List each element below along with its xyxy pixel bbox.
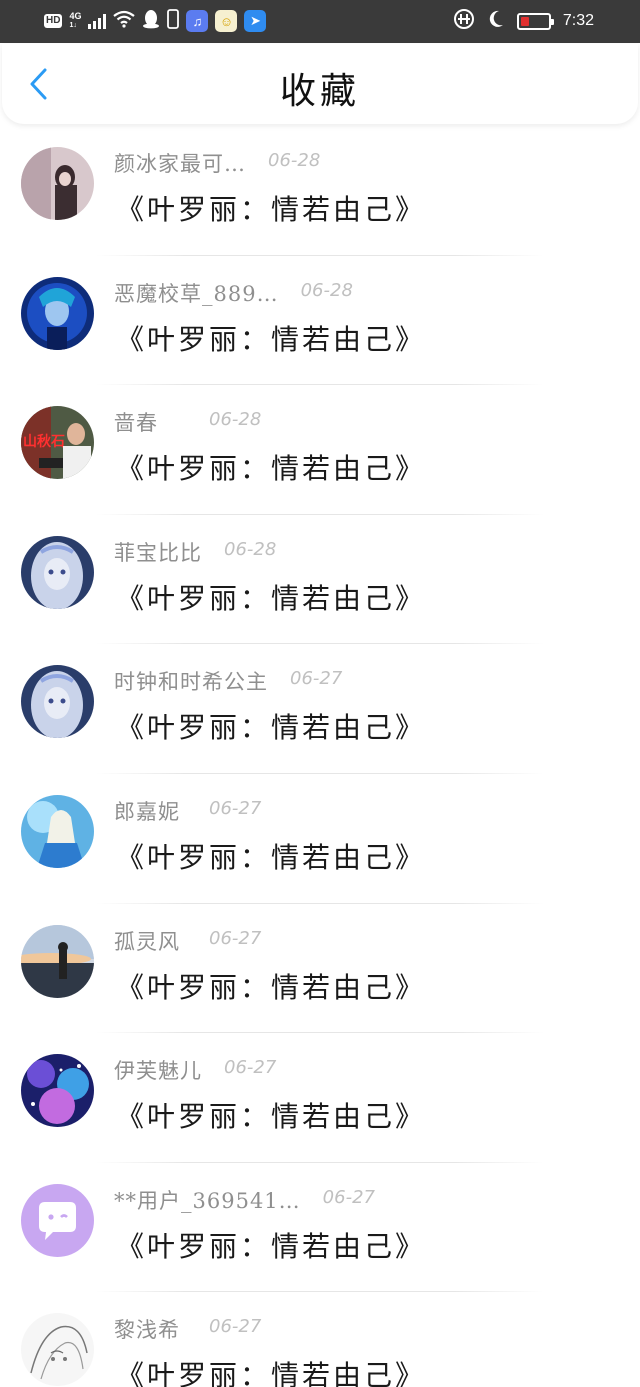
favorite-username[interactable]: 孤灵风: [114, 926, 180, 956]
favorite-date: 06-28: [209, 409, 262, 431]
favorite-meta: 菲宝比比 06-28: [114, 537, 614, 565]
favorite-meta: 时钟和时希公主 06-27: [114, 666, 614, 694]
favorite-username[interactable]: **用户_369541…: [114, 1185, 301, 1215]
hd-badge: HD: [44, 14, 63, 28]
photo-avatar[interactable]: 山秋石: [21, 406, 94, 480]
favorite-list-item[interactable]: 时钟和时希公主 06-27 《叶罗丽：情若由己》: [0, 644, 640, 774]
favorite-meta: 伊芙魅儿 06-27: [114, 1055, 614, 1083]
favorite-book-title[interactable]: 《叶罗丽：情若由己》: [116, 318, 426, 358]
favorite-book-title[interactable]: 《叶罗丽：情若由己》: [116, 188, 426, 228]
sketch-avatar[interactable]: [21, 1313, 94, 1387]
battery-icon: [516, 12, 554, 30]
favorite-meta: 孤灵风 06-27: [114, 926, 614, 954]
favorite-username[interactable]: 恶魔校草_889…: [114, 278, 279, 308]
map-app-icon: ➤: [244, 10, 267, 32]
favorite-list-item[interactable]: 恶魔校草_889… 06-28 《叶罗丽：情若由己》: [0, 256, 640, 386]
favorite-username[interactable]: 颜冰家最可…: [114, 148, 246, 178]
galaxy-avatar[interactable]: [21, 1054, 94, 1128]
favorite-list-item[interactable]: 山秋石 啬春 06-28 《叶罗丽：情若由己》: [0, 385, 640, 515]
moon-icon: [487, 9, 505, 34]
favorite-date: 06-27: [322, 1186, 375, 1208]
status-right: 7:32: [453, 8, 594, 35]
girl-photo-avatar[interactable]: [21, 147, 94, 220]
anime-doll-avatar[interactable]: [21, 535, 94, 609]
favorite-date: 06-28: [224, 538, 277, 560]
favorite-date: 06-27: [209, 797, 262, 819]
wifi-icon: [113, 10, 136, 33]
ice-princess-avatar[interactable]: [21, 794, 94, 868]
favorite-meta: 恶魔校草_889… 06-28: [114, 278, 614, 306]
favorite-list-item[interactable]: 郎嘉妮 06-27 《叶罗丽：情若由己》: [0, 774, 640, 904]
favorite-list-item[interactable]: 颜冰家最可… 06-28 《叶罗丽：情若由己》: [0, 126, 640, 256]
status-time: 7:32: [562, 12, 594, 29]
network-indicator: 4G 1↓: [69, 11, 82, 30]
favorite-date: 06-28: [300, 279, 353, 301]
favorite-date: 06-27: [224, 1057, 277, 1079]
favorite-book-title[interactable]: 《叶罗丽：情若由己》: [116, 1354, 426, 1387]
favorite-book-title[interactable]: 《叶罗丽：情若由己》: [116, 1095, 426, 1135]
emoji-app-icon: ☺: [215, 10, 238, 32]
favorite-date: 06-27: [209, 1316, 262, 1338]
favorite-list-item[interactable]: 菲宝比比 06-28 《叶罗丽：情若由己》: [0, 515, 640, 645]
favorite-book-title[interactable]: 《叶罗丽：情若由己》: [116, 577, 426, 617]
favorite-date: 06-27: [209, 927, 262, 949]
favorites-list: 颜冰家最可… 06-28 《叶罗丽：情若由己》 恶魔校草_889… 06-28 《叶罗丽：…: [0, 126, 640, 1387]
page-title: 收藏: [279, 71, 360, 112]
favorite-meta: 啬春 06-28: [114, 407, 614, 435]
favorite-date: 06-27: [290, 668, 343, 690]
favorite-list-item[interactable]: **用户_369541… 06-27 《叶罗丽：情若由己》: [0, 1163, 640, 1293]
status-bar: HD 4G 1↓ ♫ ☺ ➤ 7:32: [0, 0, 640, 43]
favorite-book-title[interactable]: 《叶罗丽：情若由己》: [116, 1225, 426, 1265]
favorite-username[interactable]: 菲宝比比: [114, 537, 202, 567]
favorite-list-item[interactable]: 伊芙魅儿 06-27 《叶罗丽：情若由己》: [0, 1033, 640, 1163]
favorite-username[interactable]: 伊芙魅儿: [114, 1055, 202, 1085]
favorite-meta: **用户_369541… 06-27: [114, 1185, 614, 1213]
music-app-icon: ♫: [186, 10, 209, 32]
favorite-username[interactable]: 时钟和时希公主: [114, 666, 268, 696]
phone-icon: [167, 8, 180, 34]
favorite-book-title[interactable]: 《叶罗丽：情若由己》: [116, 447, 426, 487]
anime-doll-avatar[interactable]: [21, 665, 94, 739]
sunset-avatar[interactable]: [21, 924, 94, 998]
favorite-username[interactable]: 郎嘉妮: [114, 796, 180, 826]
chat-bubble-avatar[interactable]: [21, 1183, 94, 1257]
signal-icon: [88, 13, 107, 29]
favorite-list-item[interactable]: 黎浅希 06-27 《叶罗丽：情若由己》: [0, 1292, 640, 1387]
svg-text:山秋石: 山秋石: [23, 433, 65, 450]
status-left: HD 4G 1↓ ♫ ☺ ➤: [44, 8, 267, 34]
nav-header: 收藏: [2, 44, 638, 124]
favorite-meta: 黎浅希 06-27: [114, 1314, 614, 1342]
favorite-book-title[interactable]: 《叶罗丽：情若由己》: [116, 836, 426, 876]
data-saver-icon: [453, 8, 475, 35]
favorite-list-item[interactable]: 孤灵风 06-27 《叶罗丽：情若由己》: [0, 904, 640, 1034]
qq-penguin-icon: [142, 9, 160, 34]
favorite-book-title[interactable]: 《叶罗丽：情若由己》: [116, 706, 426, 746]
anime-blue-avatar[interactable]: [21, 276, 94, 350]
favorite-book-title[interactable]: 《叶罗丽：情若由己》: [116, 966, 426, 1006]
favorite-username[interactable]: 啬春: [114, 407, 158, 437]
favorite-username[interactable]: 黎浅希: [114, 1314, 180, 1344]
favorite-date: 06-28: [268, 150, 321, 171]
favorite-meta: 颜冰家最可… 06-28: [114, 148, 614, 176]
favorite-meta: 郎嘉妮 06-27: [114, 796, 614, 824]
